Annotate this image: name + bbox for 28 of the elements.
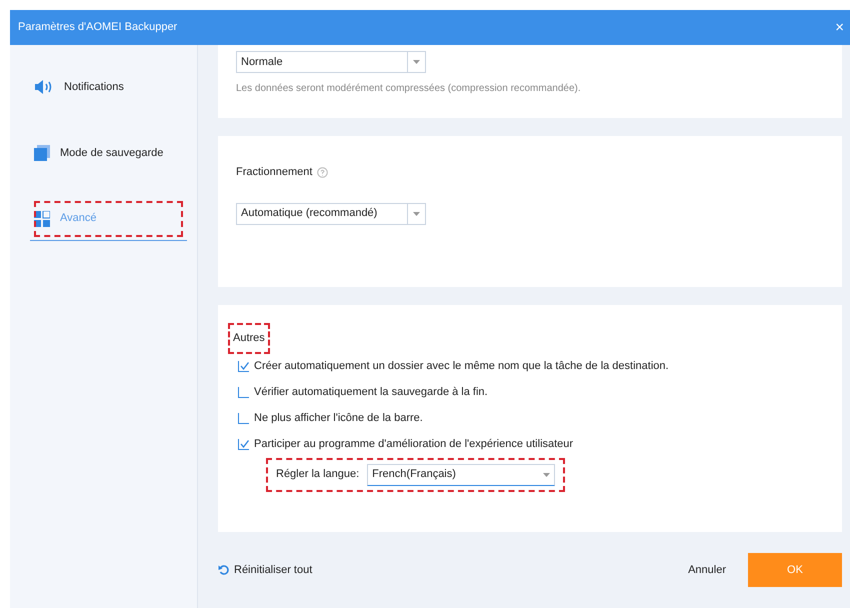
language-dropdown[interactable]: French(Français) <box>367 464 556 486</box>
reset-icon <box>218 564 230 576</box>
pages-icon <box>34 145 50 161</box>
option-label[interactable]: Créer automatiquement un dossier avec le même nom que la tâche de la destination. <box>254 358 669 375</box>
option-label[interactable]: Vérifier automatiquement la sauvegarde à la fin. <box>254 384 488 401</box>
caret-icon <box>543 472 550 476</box>
section-title: Fractionnement <box>236 165 312 180</box>
language-label: Régler la langue: <box>276 467 360 482</box>
sidebar-item[interactable]: Mode de sauvegarde <box>30 131 187 175</box>
checkbox[interactable] <box>238 387 249 398</box>
option-label[interactable]: Participer au programme d'amélioration de l'expérience utilisateur <box>254 436 574 453</box>
speaker-icon <box>34 80 54 94</box>
help-icon[interactable] <box>317 166 328 178</box>
reset-link[interactable]: Réinitialiser tout <box>218 562 312 578</box>
window-title: Paramètres d'AOMEI Backupper <box>18 20 178 36</box>
section-title: Autres <box>228 323 270 354</box>
caret-icon <box>413 60 420 64</box>
dropdown[interactable]: Normale <box>236 51 426 73</box>
cancel-button[interactable]: Annuler <box>684 562 730 578</box>
checkbox[interactable] <box>238 361 249 372</box>
description-text: Les données seront modérément compressées (compression recommandée). <box>236 82 582 96</box>
grid-icon <box>34 210 50 226</box>
caret-icon <box>413 212 420 216</box>
sidebar-item[interactable]: Notifications <box>30 65 187 109</box>
dropdown[interactable]: Automatique (recommandé) <box>236 202 426 224</box>
checkbox[interactable] <box>238 439 249 450</box>
checkbox[interactable] <box>238 413 249 424</box>
option-label[interactable]: Ne plus afficher l'icône de la barre. <box>254 410 423 427</box>
